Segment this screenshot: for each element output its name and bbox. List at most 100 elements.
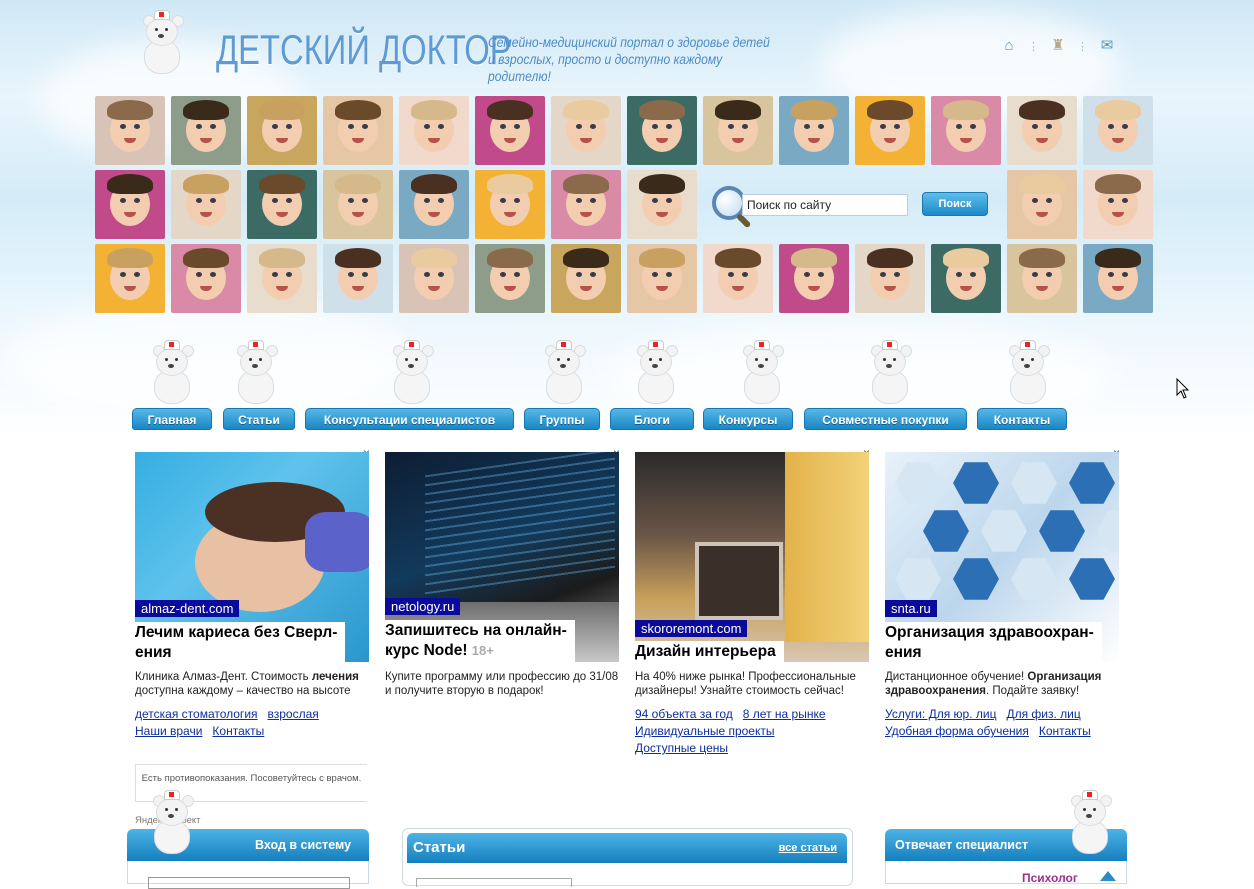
child-photo[interactable] bbox=[551, 96, 621, 165]
child-photo[interactable] bbox=[399, 170, 469, 239]
ad-link[interactable]: взрослая bbox=[268, 707, 319, 721]
child-photo[interactable] bbox=[1083, 170, 1153, 239]
child-photo[interactable] bbox=[171, 244, 241, 313]
mail-icon[interactable]: ✉ bbox=[1098, 38, 1116, 54]
ad-link[interactable]: Контакты bbox=[1039, 724, 1091, 738]
hexagon-shape bbox=[923, 510, 969, 552]
child-photo[interactable] bbox=[855, 244, 925, 313]
child-photo[interactable] bbox=[931, 96, 1001, 165]
logo-title[interactable]: ДЕТСКИЙ ДОКТОР bbox=[216, 26, 512, 74]
ad-image-dentist[interactable]: almaz-dent.com Лечим кариеса без Сверл-е… bbox=[135, 452, 369, 662]
home-icon[interactable]: ⌂ bbox=[1000, 38, 1018, 54]
ad-link[interactable]: детская стоматология bbox=[135, 707, 258, 721]
ad-block-netology[interactable]: netology.ru Запишитесь на онлайн-курс No… bbox=[385, 452, 619, 698]
scroll-up-icon[interactable] bbox=[1100, 871, 1116, 881]
nav-blogs[interactable]: Блоги bbox=[610, 408, 694, 430]
ad-title[interactable]: Дизайн интерьера bbox=[635, 641, 784, 662]
child-photo[interactable] bbox=[1083, 244, 1153, 313]
ad-link[interactable]: 94 объекта за год bbox=[635, 707, 733, 721]
child-photo[interactable] bbox=[475, 96, 545, 165]
ad-domain[interactable]: almaz-dent.com bbox=[135, 600, 240, 617]
sitemap-icon[interactable]: ♜ bbox=[1049, 38, 1067, 54]
child-photo[interactable] bbox=[399, 96, 469, 165]
ad-title[interactable]: Лечим кариеса без Сверл-ения bbox=[135, 622, 346, 662]
child-photo[interactable] bbox=[475, 170, 545, 239]
nav-bear-icon bbox=[738, 340, 786, 406]
ad-link[interactable]: Доступные цены bbox=[635, 741, 728, 755]
logo-bear-icon bbox=[138, 10, 186, 80]
ad-link[interactable]: Наши врачи bbox=[135, 724, 202, 738]
child-photo[interactable] bbox=[703, 96, 773, 165]
child-photo[interactable] bbox=[627, 170, 697, 239]
child-photo[interactable] bbox=[247, 170, 317, 239]
child-photo[interactable] bbox=[627, 96, 697, 165]
child-photo[interactable] bbox=[247, 244, 317, 313]
child-photo[interactable] bbox=[323, 96, 393, 165]
ad-image-code bbox=[425, 452, 615, 596]
child-photo[interactable] bbox=[931, 244, 1001, 313]
child-photo[interactable] bbox=[171, 170, 241, 239]
child-photo[interactable] bbox=[1007, 96, 1077, 165]
child-photo[interactable] bbox=[171, 96, 241, 165]
login-input[interactable] bbox=[148, 877, 350, 889]
nav-contacts[interactable]: Контакты bbox=[977, 408, 1067, 430]
nav-contests[interactable]: Конкурсы bbox=[703, 408, 793, 430]
hexagon-shape bbox=[953, 462, 999, 504]
ad-image-laptop[interactable]: netology.ru Запишитесь на онлайн-курс No… bbox=[385, 452, 619, 662]
child-photo[interactable] bbox=[399, 244, 469, 313]
ad-link[interactable]: Для физ. лиц bbox=[1006, 707, 1080, 721]
child-photo[interactable] bbox=[703, 244, 773, 313]
child-photo[interactable] bbox=[95, 244, 165, 313]
ad-link[interactable]: 8 лет на рынке bbox=[743, 707, 826, 721]
child-photo[interactable] bbox=[627, 244, 697, 313]
ad-block-interior[interactable]: skororemont.com Дизайн интерьера На 40% … bbox=[635, 452, 869, 757]
ad-title[interactable]: Запишитесь на онлайн-курс Node! 18+ bbox=[385, 620, 575, 662]
nav-articles[interactable]: Статьи bbox=[223, 408, 295, 430]
expert-bear-icon bbox=[1066, 790, 1114, 860]
child-photo[interactable] bbox=[95, 96, 165, 165]
child-photo[interactable] bbox=[779, 96, 849, 165]
nav-groups[interactable]: Группы bbox=[524, 408, 600, 430]
ad-description: На 40% ниже рынка! Профессиональные диза… bbox=[635, 671, 856, 697]
child-photo[interactable] bbox=[551, 244, 621, 313]
nav-joint-purchases[interactable]: Совместные покупки bbox=[804, 408, 967, 430]
child-photo[interactable] bbox=[323, 170, 393, 239]
ad-link[interactable]: Удобная форма обучения bbox=[885, 724, 1029, 738]
child-photo[interactable] bbox=[1007, 170, 1077, 239]
ad-links: 94 объекта за год 8 лет на рынке Идивидуа… bbox=[635, 706, 869, 757]
child-photo[interactable] bbox=[779, 244, 849, 313]
all-articles-link[interactable]: все статьи bbox=[779, 833, 837, 863]
ad-block-dentist[interactable]: almaz-dent.com Лечим кариеса без Сверл-е… bbox=[135, 452, 369, 740]
nav-bear-icon bbox=[388, 340, 436, 406]
hexagon-shape bbox=[1069, 462, 1115, 504]
ad-title[interactable]: Организация здравоохран-ения bbox=[885, 622, 1102, 662]
ad-image-medical-hexagons[interactable]: snta.ru Организация здравоохран-ения bbox=[885, 452, 1119, 662]
child-photo[interactable] bbox=[95, 170, 165, 239]
ad-domain[interactable]: netology.ru bbox=[385, 598, 461, 615]
child-photo[interactable] bbox=[475, 244, 545, 313]
child-photo[interactable] bbox=[1083, 96, 1153, 165]
ad-block-healthcare[interactable]: snta.ru Организация здравоохран-ения Дис… bbox=[885, 452, 1119, 740]
child-photo[interactable] bbox=[247, 96, 317, 165]
ad-link[interactable]: Услуги: Для юр. лиц bbox=[885, 707, 996, 721]
child-photo[interactable] bbox=[1007, 244, 1077, 313]
child-photo[interactable] bbox=[855, 96, 925, 165]
hexagon-shape bbox=[1039, 510, 1085, 552]
expert-role[interactable]: Психолог bbox=[1022, 871, 1078, 885]
child-photo[interactable] bbox=[323, 244, 393, 313]
child-photo[interactable] bbox=[551, 170, 621, 239]
ad-image-interior[interactable]: skororemont.com Дизайн интерьера bbox=[635, 452, 869, 662]
nav-consultations[interactable]: Консультации специалистов bbox=[305, 408, 514, 430]
ad-domain[interactable]: snta.ru bbox=[885, 600, 937, 617]
ad-link[interactable]: Контакты bbox=[212, 724, 264, 738]
nav-home[interactable]: Главная bbox=[132, 408, 212, 430]
ad-link[interactable]: Идивидуальные проекты bbox=[635, 724, 775, 738]
hexagon-shape bbox=[1069, 558, 1115, 600]
nav-bear-icon bbox=[632, 340, 680, 406]
ad-image-fireplace bbox=[695, 542, 783, 620]
search-input[interactable] bbox=[742, 194, 908, 216]
articles-select[interactable] bbox=[416, 878, 572, 887]
hexagon-shape bbox=[1011, 558, 1057, 600]
ad-domain[interactable]: skororemont.com bbox=[635, 620, 748, 637]
search-button[interactable]: Поиск bbox=[922, 192, 988, 216]
